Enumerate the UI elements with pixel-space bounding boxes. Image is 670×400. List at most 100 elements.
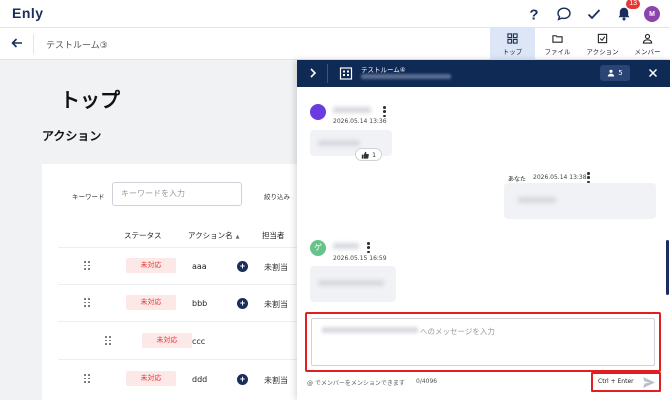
more-vert-icon[interactable] xyxy=(383,106,386,117)
notification-bell-button[interactable]: 13 xyxy=(614,0,640,24)
drag-handle-icon[interactable] xyxy=(84,374,91,383)
person-icon xyxy=(608,69,615,77)
action-name[interactable]: ddd xyxy=(192,375,207,384)
tab-top-label: トップ xyxy=(502,47,523,56)
message-timestamp: 2026.05.14 13:36 xyxy=(333,118,387,125)
message-text-blurred xyxy=(318,280,384,286)
tab-files[interactable]: ファイル xyxy=(535,28,580,60)
chat-room-title: テストルーム④ xyxy=(361,66,406,74)
help-icon[interactable]: ? xyxy=(524,4,544,24)
sender-name-blurred xyxy=(333,107,371,113)
actions-card: キーワード キーワードを入力 絞り込み ステータス アクション名 ▲ 担当者 未対… xyxy=(42,164,302,400)
tab-members[interactable]: メンバー xyxy=(625,28,670,60)
message-input-placeholder: へのメッセージを入力 xyxy=(420,327,495,336)
chat-panel: テストルーム④ 5 2026.05.14 13:36 1 あなた 2026.05… xyxy=(297,60,670,400)
column-header-assignee[interactable]: 担当者 xyxy=(262,230,285,241)
status-badge[interactable]: 未対応 xyxy=(142,333,192,348)
header-actions: ? 13 M xyxy=(524,0,660,24)
mention-hint: @ でメンバーをメンションできます xyxy=(307,380,405,387)
drag-handle-icon[interactable] xyxy=(105,336,112,345)
assignee-value: 未割当 xyxy=(264,376,288,385)
chat-scrollbar[interactable] xyxy=(666,240,669,295)
chat-bubble-icon[interactable] xyxy=(554,4,574,24)
column-header-action-name[interactable]: アクション名 ▲ xyxy=(188,230,239,241)
sort-asc-icon: ▲ xyxy=(235,234,240,240)
action-name[interactable]: ccc xyxy=(192,337,205,346)
assignee-value: 未割当 xyxy=(264,300,288,309)
add-assignee-button[interactable]: + xyxy=(237,374,248,385)
add-assignee-button[interactable]: + xyxy=(237,261,248,272)
close-icon[interactable] xyxy=(647,67,659,79)
tab-members-label: メンバー xyxy=(634,47,661,56)
send-shortcut-hint: Ctrl + Enter xyxy=(598,378,634,385)
send-highlight: Ctrl + Enter xyxy=(591,372,661,392)
back-arrow-icon[interactable] xyxy=(10,36,24,50)
message-text-blurred xyxy=(518,197,556,203)
message-bubble xyxy=(310,266,396,302)
status-badge[interactable]: 未対応 xyxy=(126,295,176,310)
tab-files-label: ファイル xyxy=(544,47,571,56)
column-header-action-name-label: アクション名 xyxy=(188,231,233,240)
keyword-label: キーワード xyxy=(72,193,105,201)
guest-avatar[interactable]: ゲ xyxy=(310,240,326,256)
own-author-label: あなた xyxy=(508,176,527,183)
notification-badge: 13 xyxy=(626,0,640,9)
row-divider xyxy=(58,247,302,248)
grid-icon xyxy=(507,32,518,44)
checkbox-icon xyxy=(597,33,608,43)
avatar[interactable] xyxy=(310,104,326,120)
member-count-button[interactable]: 5 xyxy=(600,65,630,81)
more-vert-icon[interactable] xyxy=(587,172,590,183)
thumbs-up-icon xyxy=(361,151,369,159)
placeholder-recipient-blurred xyxy=(322,327,418,333)
enly-logo[interactable]: Enly xyxy=(12,5,44,21)
action-name[interactable]: aaa xyxy=(192,262,207,271)
sender-name-blurred xyxy=(333,243,359,249)
header-divider xyxy=(327,64,328,83)
reaction-thumbs-up[interactable]: 1 xyxy=(355,148,383,161)
keyword-input[interactable]: キーワードを入力 xyxy=(112,182,242,206)
send-icon[interactable] xyxy=(642,376,656,389)
room-tabs: トップ ファイル アクション メンバー xyxy=(490,28,670,60)
room-header: テストルーム③ トップ ファイル アクション メンバー xyxy=(0,28,670,60)
message-input-highlight: へのメッセージを入力 xyxy=(305,312,661,372)
more-vert-icon[interactable] xyxy=(367,242,370,253)
chat-room-subtitle-blurred xyxy=(361,74,451,79)
folder-icon xyxy=(552,34,563,43)
message-text-blurred xyxy=(318,140,360,146)
row-divider xyxy=(58,359,302,360)
check-icon[interactable] xyxy=(584,4,604,24)
tab-actions[interactable]: アクション xyxy=(580,28,625,60)
tab-actions-label: アクション xyxy=(586,47,619,56)
status-badge[interactable]: 未対応 xyxy=(126,258,176,273)
person-icon xyxy=(642,33,653,44)
page-heading: トップ xyxy=(60,88,120,112)
user-avatar[interactable]: M xyxy=(644,6,660,22)
status-badge[interactable]: 未対応 xyxy=(126,371,176,386)
message-timestamp: 2026.05.15 16:59 xyxy=(333,255,387,262)
char-counter: 0/4096 xyxy=(416,378,438,385)
chevron-right-icon[interactable] xyxy=(307,67,319,79)
actions-section-heading: アクション xyxy=(42,129,102,143)
reaction-count: 1 xyxy=(372,150,377,159)
drag-handle-icon[interactable] xyxy=(84,298,91,307)
row-divider xyxy=(58,321,302,322)
member-count: 5 xyxy=(618,69,623,77)
chat-header: テストルーム④ 5 xyxy=(297,60,670,87)
message-timestamp: 2026.05.14 13:38 xyxy=(533,174,587,181)
building-icon xyxy=(339,67,353,80)
assignee-value: 未割当 xyxy=(264,263,288,272)
header-divider xyxy=(33,34,34,54)
message-bubble xyxy=(504,183,656,219)
filter-button[interactable]: 絞り込み xyxy=(264,191,290,201)
room-title: テストルーム③ xyxy=(46,41,108,51)
message-input[interactable]: へのメッセージを入力 xyxy=(311,318,655,366)
add-assignee-button[interactable]: + xyxy=(237,298,248,309)
row-divider xyxy=(58,284,302,285)
top-header: Enly ? 13 M xyxy=(0,0,670,28)
column-header-status[interactable]: ステータス xyxy=(124,230,162,241)
drag-handle-icon[interactable] xyxy=(84,261,91,270)
svg-text:?: ? xyxy=(529,7,538,23)
tab-top[interactable]: トップ xyxy=(490,28,535,60)
action-name[interactable]: bbb xyxy=(192,299,207,308)
